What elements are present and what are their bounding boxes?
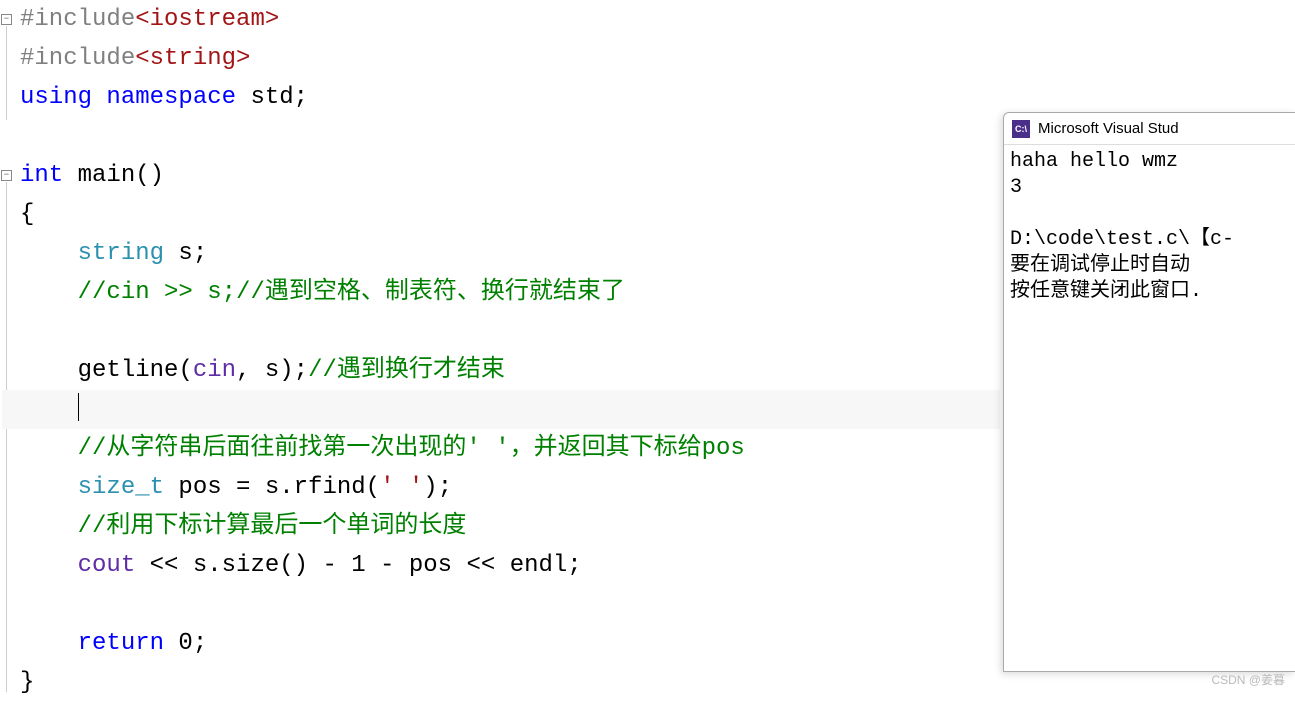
header-name: <string> bbox=[135, 45, 250, 72]
char-literal: ' ' bbox=[380, 474, 423, 501]
code-line[interactable] bbox=[2, 117, 1000, 156]
type-name: size_t bbox=[78, 474, 164, 501]
code-line[interactable] bbox=[2, 312, 1000, 351]
keyword: int bbox=[20, 162, 63, 189]
comment: //遇到换行才结束 bbox=[308, 357, 505, 384]
code-line[interactable]: getline(cin, s);//遇到换行才结束 bbox=[2, 351, 1000, 390]
keyword: namespace bbox=[106, 84, 236, 111]
identifier: cout bbox=[78, 552, 136, 579]
function-name: main() bbox=[78, 162, 164, 189]
code-line[interactable]: cout << s.size() - 1 - pos << endl; bbox=[2, 546, 1000, 585]
watermark: CSDN @姜暮 bbox=[1211, 671, 1285, 688]
console-line: haha hello wmz bbox=[1010, 150, 1178, 173]
console-title-text: Microsoft Visual Stud bbox=[1038, 120, 1179, 137]
identifier: s; bbox=[164, 240, 207, 267]
code-line[interactable]: //利用下标计算最后一个单词的长度 bbox=[2, 507, 1000, 546]
code-line[interactable]: { bbox=[2, 195, 1000, 234]
console-titlebar[interactable]: C:\ Microsoft Visual Stud bbox=[1004, 113, 1295, 145]
code-line[interactable]: using namespace std; bbox=[2, 78, 1000, 117]
identifier: endl bbox=[510, 552, 568, 579]
comment: //cin >> s;//遇到空格、制表符、换行就结束了 bbox=[78, 279, 625, 306]
code-line[interactable]: size_t pos = s.rfind(' '); bbox=[2, 468, 1000, 507]
code-line[interactable]: } bbox=[2, 663, 1000, 702]
type-name: string bbox=[78, 240, 164, 267]
code-line[interactable]: #include<string> bbox=[2, 39, 1000, 78]
console-line: 按任意键关闭此窗口. bbox=[1010, 280, 1202, 303]
console-line: 3 bbox=[1010, 176, 1022, 199]
console-output[interactable]: haha hello wmz 3 D:\code\test.c\【c- 要在调试… bbox=[1004, 145, 1295, 309]
keyword: return bbox=[78, 630, 164, 657]
identifier: cin bbox=[193, 357, 236, 384]
identifier: std bbox=[250, 84, 293, 111]
code-line[interactable]: return 0; bbox=[2, 624, 1000, 663]
code-line[interactable] bbox=[2, 585, 1000, 624]
code-line-active[interactable] bbox=[2, 390, 1000, 429]
console-line: 要在调试停止时自动 bbox=[1010, 254, 1190, 277]
comment: //利用下标计算最后一个单词的长度 bbox=[78, 513, 467, 540]
code-editor[interactable]: − − #include<iostream> #include<string> … bbox=[0, 0, 1000, 702]
console-window: C:\ Microsoft Visual Stud haha hello wmz… bbox=[1003, 112, 1295, 672]
code-line[interactable]: int main() bbox=[2, 156, 1000, 195]
preprocessor: #include bbox=[20, 6, 135, 33]
preprocessor: #include bbox=[20, 45, 135, 72]
console-line: D:\code\test.c\【c- bbox=[1010, 228, 1234, 251]
comment: //从字符串后面往前找第一次出现的' '，并返回其下标给pos bbox=[78, 435, 745, 462]
function-call: getline bbox=[78, 357, 179, 384]
code-line[interactable]: #include<iostream> bbox=[2, 0, 1000, 39]
header-name: <iostream> bbox=[135, 6, 279, 33]
text-caret bbox=[78, 393, 79, 421]
console-app-icon: C:\ bbox=[1012, 120, 1030, 138]
code-line[interactable]: string s; bbox=[2, 234, 1000, 273]
keyword: using bbox=[20, 84, 92, 111]
code-line[interactable]: //从字符串后面往前找第一次出现的' '，并返回其下标给pos bbox=[2, 429, 1000, 468]
code-line[interactable]: //cin >> s;//遇到空格、制表符、换行就结束了 bbox=[2, 273, 1000, 312]
